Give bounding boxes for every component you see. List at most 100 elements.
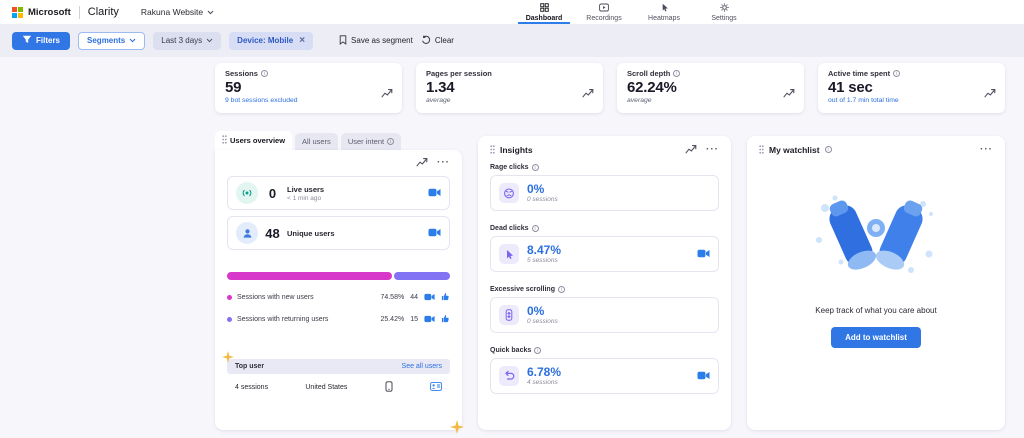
mobile-device-icon [385, 381, 393, 394]
tab-label: Dashboard [526, 15, 563, 22]
thumbs-up-icon[interactable] [441, 292, 450, 303]
insight-sessions: 4 sessions [527, 379, 561, 386]
trend-icon[interactable] [984, 85, 996, 103]
device-filter-chip[interactable]: Device: Mobile [229, 32, 313, 50]
tab-recordings[interactable]: Recordings [578, 0, 630, 24]
metric-card-active-time: Active time spent 41 sec out of 1.7 min … [818, 63, 1005, 113]
save-as-segment-button[interactable]: Save as segment [339, 35, 413, 47]
microsoft-logo-icon [12, 7, 23, 18]
tab-user-intent[interactable]: User intent [341, 133, 401, 150]
camera-icon[interactable] [428, 224, 441, 242]
metric-subtitle: out of 1.7 min total time [828, 97, 995, 104]
camera-icon[interactable] [697, 367, 710, 385]
bar-returning-users-segment [394, 272, 450, 280]
camera-icon[interactable] [428, 184, 441, 202]
legend-percent: 74.58% [380, 294, 404, 301]
insight-value: 8.47% [527, 244, 561, 257]
camera-icon[interactable] [697, 245, 710, 263]
filter-icon [22, 35, 32, 46]
clear-button[interactable]: Clear [421, 35, 454, 47]
info-icon[interactable] [825, 146, 832, 153]
filters-button[interactable]: Filters [12, 32, 70, 50]
filter-toolbar: Filters Segments Last 3 days Device: Mob… [0, 24, 1024, 57]
clarity-wordmark: Clarity [88, 6, 119, 18]
insights-title: Insights [500, 145, 533, 155]
info-icon[interactable] [532, 225, 539, 232]
tab-label: Heatmaps [648, 15, 680, 22]
metric-card-pages-per-session: Pages per session 1.34 average [416, 63, 603, 113]
top-user-sessions: 4 sessions [235, 384, 268, 391]
legend-dot-returning [227, 317, 232, 322]
camera-icon[interactable] [424, 315, 435, 325]
remove-filter-icon[interactable] [299, 36, 305, 46]
heatmaps-icon [660, 3, 669, 14]
tab-settings[interactable]: Settings [698, 0, 750, 24]
info-icon[interactable] [261, 70, 268, 77]
user-profile-icon[interactable] [430, 382, 442, 393]
segments-button[interactable]: Segments [78, 32, 145, 50]
project-selector[interactable]: Rakuna Website [141, 7, 214, 17]
save-segment-icon [339, 35, 347, 47]
info-icon[interactable] [893, 70, 900, 77]
info-icon[interactable] [532, 164, 539, 171]
main-nav: Dashboard Recordings Heatmaps Settings [518, 0, 750, 24]
save-as-segment-label: Save as segment [351, 36, 413, 45]
sparkle-icon [450, 420, 464, 434]
clear-label: Clear [435, 36, 454, 45]
drag-handle-icon[interactable] [759, 141, 764, 159]
metric-title: Active time spent [828, 69, 890, 78]
info-icon[interactable] [673, 70, 680, 77]
tab-heatmaps[interactable]: Heatmaps [638, 0, 690, 24]
tab-label: User intent [348, 137, 384, 146]
drag-handle-icon[interactable] [222, 135, 227, 146]
tab-users-overview[interactable]: Users overview [215, 131, 292, 150]
filters-label: Filters [36, 36, 60, 45]
tab-dashboard[interactable]: Dashboard [518, 0, 570, 24]
tab-label: All users [302, 137, 331, 146]
excessive-scrolling-card: 0% 0 sessions [490, 297, 719, 333]
tab-all-users[interactable]: All users [295, 133, 338, 150]
tab-label: Settings [711, 15, 736, 22]
add-to-watchlist-button[interactable]: Add to watchlist [831, 327, 921, 348]
watchlist-title: My watchlist [769, 145, 820, 155]
thumbs-up-icon[interactable] [441, 314, 450, 325]
metric-value: 62.24% [627, 79, 794, 96]
quick-backs-icon [499, 366, 519, 386]
info-icon[interactable] [534, 347, 541, 354]
undo-icon [421, 35, 431, 47]
quick-backs-card: 6.78% 4 sessions [490, 358, 719, 394]
metric-subtitle[interactable]: 9 bot sessions excluded [225, 97, 392, 104]
trend-icon[interactable] [416, 154, 428, 172]
top-user-country: United States [305, 384, 347, 391]
legend-count: 44 [410, 294, 418, 301]
trend-icon[interactable] [783, 85, 795, 103]
metric-value: 41 sec [828, 79, 995, 96]
insights-panel: Insights Rage clicks 0% 0 sessions [478, 136, 731, 430]
trend-icon[interactable] [685, 141, 697, 159]
insight-value: 0% [527, 183, 558, 196]
metric-card-scroll-depth: Scroll depth 62.24% average [617, 63, 804, 113]
metric-title: Scroll depth [627, 69, 670, 78]
info-icon[interactable] [558, 286, 565, 293]
dead-clicks-icon [499, 244, 519, 264]
segments-label: Segments [87, 36, 125, 45]
legend-label: Sessions with returning users [237, 316, 328, 323]
see-all-users-link[interactable]: See all users [402, 363, 442, 370]
trend-icon[interactable] [582, 85, 594, 103]
legend-count: 15 [410, 316, 418, 323]
brand-divider [79, 6, 80, 19]
quick-backs-item: Quick backs 6.78% 4 sessions [490, 347, 719, 394]
camera-icon[interactable] [424, 293, 435, 303]
more-options-icon[interactable] [437, 160, 450, 166]
date-range-chip[interactable]: Last 3 days [153, 32, 221, 50]
insight-label: Quick backs [490, 347, 531, 354]
more-options-icon[interactable] [980, 147, 993, 153]
drag-handle-icon[interactable] [490, 141, 495, 159]
clarity-dashboard: Microsoft Clarity Rakuna Website Dashboa… [0, 0, 1024, 438]
rage-clicks-card: 0% 0 sessions [490, 175, 719, 211]
tab-label: Recordings [586, 15, 621, 22]
trend-icon[interactable] [381, 85, 393, 103]
top-user-row[interactable]: 4 sessions United States [227, 374, 450, 400]
insight-label: Rage clicks [490, 164, 529, 171]
more-options-icon[interactable] [706, 147, 719, 153]
